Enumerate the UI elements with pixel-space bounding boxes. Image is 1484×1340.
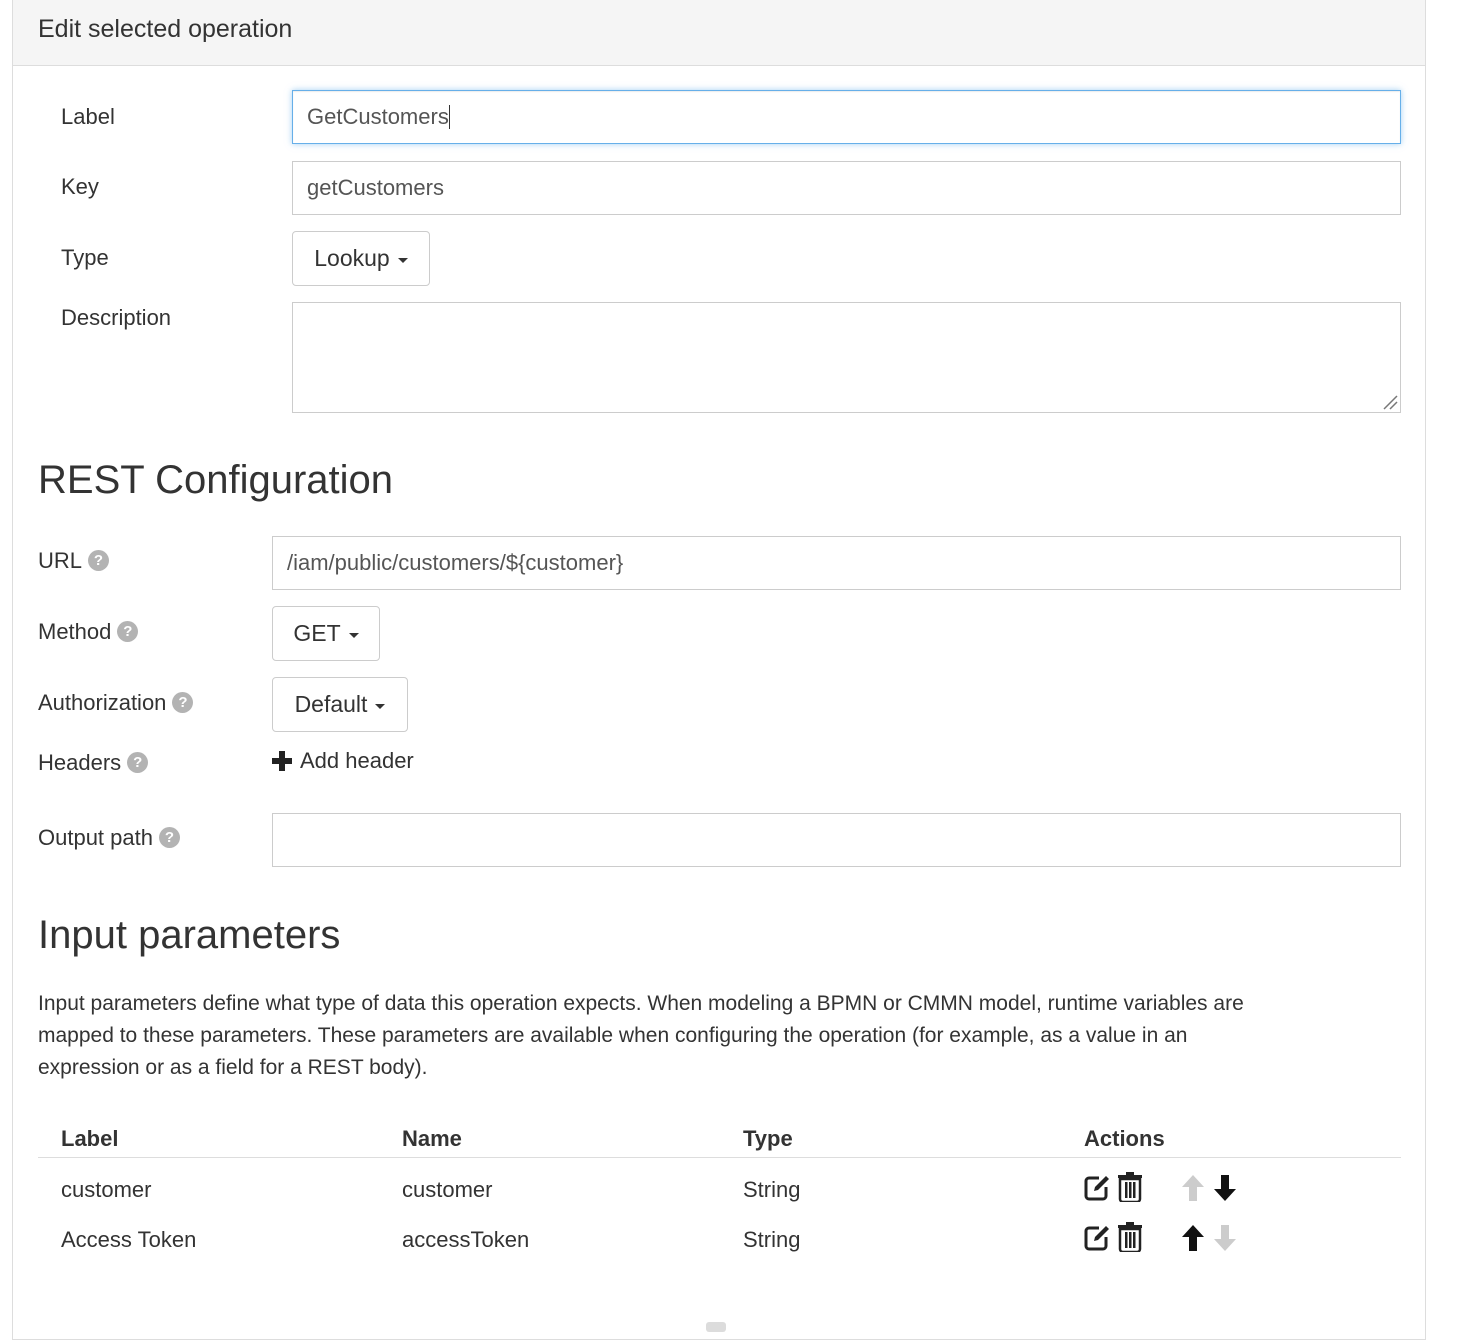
trash-icon[interactable] [1117, 1172, 1143, 1202]
output-path-input[interactable] [272, 813, 1401, 867]
description-textarea[interactable] [292, 302, 1401, 413]
key-field-label: Key [61, 174, 99, 199]
panel-title: Edit selected operation [38, 15, 293, 43]
rest-configuration-heading: REST Configuration [38, 458, 393, 502]
url-field-label: URL? [38, 548, 110, 574]
trash-icon[interactable] [1117, 1222, 1143, 1252]
key-input-value: getCustomers [307, 175, 444, 200]
column-header-name: Name [402, 1126, 462, 1151]
method-label-text: Method [38, 619, 112, 644]
question-circle-icon[interactable]: ? [158, 826, 180, 848]
url-input[interactable]: /iam/public/customers/${customer} [272, 536, 1401, 590]
question-circle-icon[interactable]: ? [127, 751, 149, 773]
add-header-button[interactable]: Add header [272, 748, 414, 774]
question-circle-icon[interactable]: ? [172, 691, 194, 713]
arrow-down-icon[interactable] [1214, 1175, 1236, 1201]
row-2-type: String [743, 1227, 801, 1252]
text-cursor [448, 105, 450, 129]
row-2-name: accessToken [402, 1227, 530, 1252]
chevron-down-icon [348, 632, 359, 638]
output-path-label-text: Output path [38, 825, 153, 850]
authorization-label-text: Authorization [38, 690, 167, 715]
url-label-text: URL [38, 548, 83, 573]
add-header-label: Add header [300, 748, 414, 773]
authorization-dropdown-value: Default [294, 691, 368, 717]
plus-icon [272, 751, 292, 771]
description-field-label: Description [61, 305, 172, 330]
row-1-name: customer [402, 1177, 493, 1202]
authorization-dropdown[interactable]: Default [272, 677, 408, 732]
input-parameters-description: Input parameters define what type of dat… [38, 992, 1244, 1079]
table-header-divider [38, 1157, 1401, 1158]
row-1-type: String [743, 1177, 801, 1202]
label-input[interactable]: GetCustomers [292, 90, 1401, 144]
url-input-value: /iam/public/customers/${customer} [287, 550, 624, 575]
headers-label-text: Headers [38, 750, 122, 775]
authorization-field-label: Authorization? [38, 690, 194, 716]
chevron-down-icon [375, 703, 386, 709]
question-circle-icon[interactable]: ? [117, 620, 139, 642]
question-circle-icon[interactable]: ? [88, 549, 110, 571]
scrollbar-thumb[interactable] [706, 1322, 726, 1332]
row-2-label: Access Token [61, 1227, 197, 1252]
row-1-label: customer [61, 1177, 152, 1202]
arrow-down-icon [1214, 1225, 1236, 1251]
type-dropdown-value: Lookup [314, 245, 390, 271]
label-input-value: GetCustomers [307, 104, 449, 129]
type-field-label: Type [61, 245, 109, 270]
chevron-down-icon [397, 257, 408, 263]
column-header-type: Type [743, 1126, 793, 1151]
resize-grip-icon[interactable] [1382, 394, 1398, 410]
method-field-label: Method? [38, 619, 139, 645]
column-header-label: Label [61, 1126, 119, 1151]
headers-field-label: Headers? [38, 750, 149, 776]
column-header-actions: Actions [1084, 1126, 1165, 1151]
output-path-field-label: Output path? [38, 825, 180, 851]
label-field-label: Label [61, 104, 115, 129]
type-dropdown[interactable]: Lookup [292, 231, 430, 286]
input-parameters-heading: Input parameters [38, 913, 341, 957]
key-input[interactable]: getCustomers [292, 161, 1401, 215]
arrow-up-icon[interactable] [1182, 1225, 1204, 1251]
edit-icon[interactable] [1083, 1174, 1111, 1202]
arrow-up-icon [1182, 1175, 1204, 1201]
edit-icon[interactable] [1083, 1224, 1111, 1252]
panel-heading: Edit selected operation [13, 0, 1425, 66]
method-dropdown-value: GET [293, 620, 341, 646]
method-dropdown[interactable]: GET [272, 606, 380, 661]
